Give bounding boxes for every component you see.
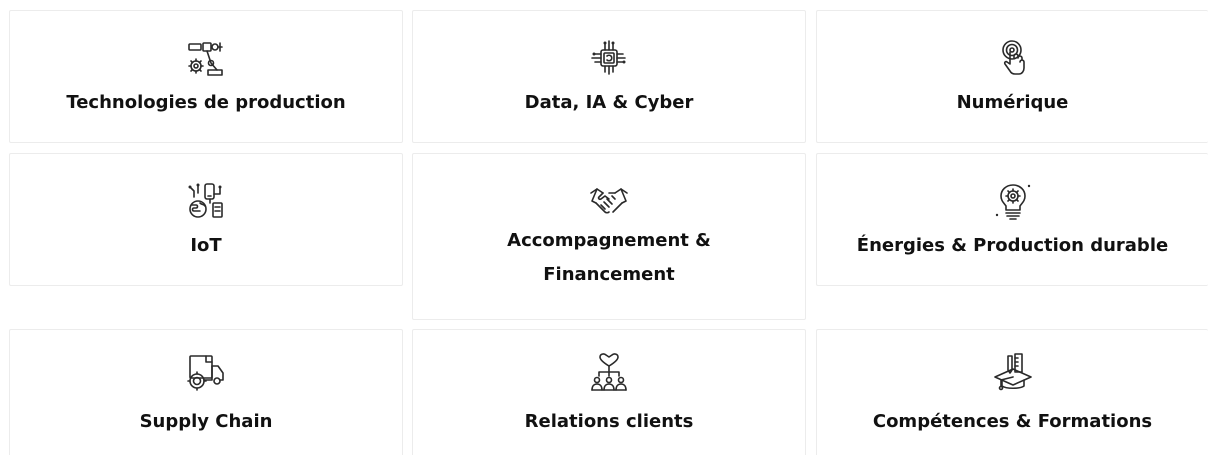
card-label: Numérique (956, 92, 1069, 113)
card-label: Accompagnement & Financement (507, 230, 711, 285)
card-competences-formations[interactable]: Compétences & Formations (816, 329, 1208, 455)
gear-bulb-icon (993, 181, 1033, 221)
card-technologies-de-production[interactable]: Technologies de production (9, 10, 403, 143)
graduation-cap-icon (993, 352, 1033, 392)
card-energies-production-durable[interactable]: Énergies & Production durable (816, 153, 1208, 286)
card-label: Compétences & Formations (872, 411, 1153, 432)
category-grid: Technologies de production Data, IA & Cy… (0, 0, 1208, 455)
card-label: Relations clients (524, 411, 694, 432)
card-label: Énergies & Production durable (856, 235, 1169, 256)
card-label: IoT (190, 235, 222, 256)
card-accompagnement-financement[interactable]: Accompagnement & Financement (412, 153, 806, 320)
card-data-ia-cyber[interactable]: Data, IA & Cyber (412, 10, 806, 143)
card-supply-chain[interactable]: Supply Chain (9, 329, 403, 455)
card-numerique[interactable]: Numérique (816, 10, 1208, 143)
ai-chip-icon (589, 38, 629, 78)
delivery-truck-icon (186, 352, 226, 392)
customer-network-icon (589, 352, 629, 392)
robot-arm-icon (186, 38, 226, 78)
card-iot[interactable]: IoT (9, 153, 403, 286)
iot-devices-icon (186, 181, 226, 221)
handshake-icon (589, 181, 629, 221)
card-relations-clients[interactable]: Relations clients (412, 329, 806, 455)
card-label: Supply Chain (139, 411, 273, 432)
card-label: Technologies de production (66, 92, 346, 113)
touch-finger-icon (993, 38, 1033, 78)
card-label: Data, IA & Cyber (524, 92, 694, 113)
